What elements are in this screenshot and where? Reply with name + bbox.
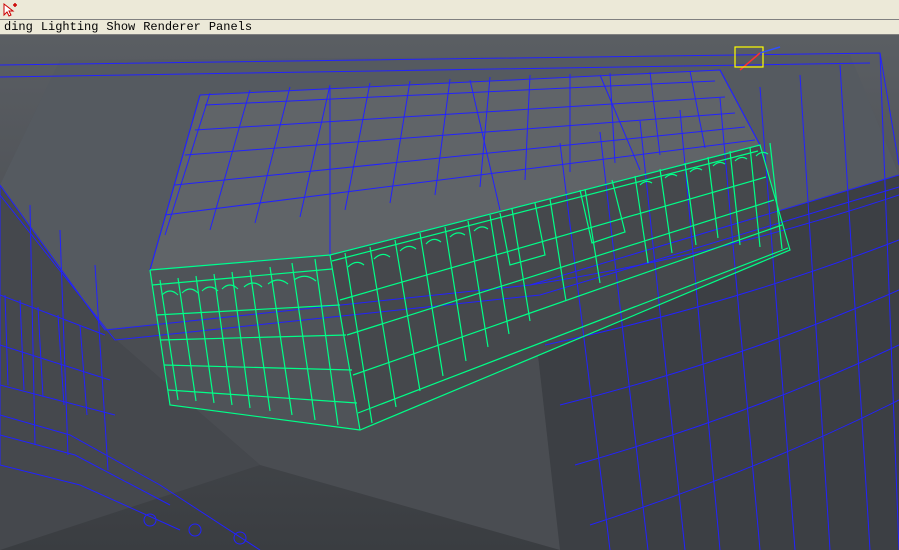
select-tool-icon[interactable]: [2, 2, 18, 18]
menu-item-show[interactable]: Show: [102, 20, 139, 34]
menu-item-lighting[interactable]: Lighting: [37, 20, 103, 34]
viewport-menu-bar: ding Lighting Show Renderer Panels: [0, 20, 899, 35]
menu-item-panels[interactable]: Panels: [205, 20, 256, 34]
menu-item-shading[interactable]: ding: [0, 20, 37, 34]
top-toolbar: [0, 0, 899, 20]
menu-item-renderer[interactable]: Renderer: [139, 20, 205, 34]
wireframe-model: [0, 35, 899, 550]
perspective-viewport[interactable]: [0, 35, 899, 550]
